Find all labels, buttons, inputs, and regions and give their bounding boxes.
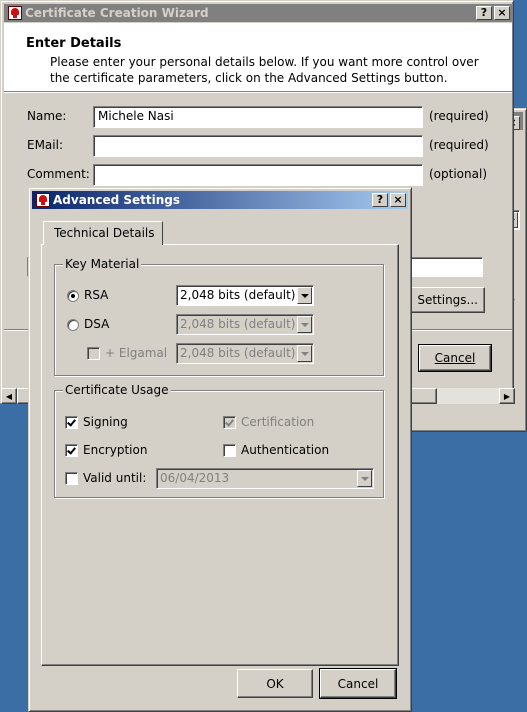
- technical-details-panel: Key Material RSA 2,048 bits (default) DS…: [41, 244, 399, 666]
- dsa-radio[interactable]: [67, 319, 79, 331]
- comment-input[interactable]: [93, 164, 423, 186]
- rsa-size-value: 2,048 bits (default): [176, 285, 314, 306]
- wizard-heading: Enter Details: [26, 36, 122, 51]
- ok-button-label: OK: [266, 676, 284, 691]
- chevron-down-icon[interactable]: [297, 345, 312, 362]
- scroll-right-button[interactable]: ▶: [499, 388, 515, 404]
- certificate-usage-group: Certificate Usage Signing Certification …: [54, 383, 384, 498]
- chevron-down-icon[interactable]: [297, 287, 312, 304]
- wizard-close-button[interactable]: ×: [494, 6, 510, 20]
- advanced-settings-button-label: Settings...: [417, 293, 478, 307]
- valid-until-checkbox[interactable]: [65, 472, 78, 485]
- rsa-radio[interactable]: [67, 290, 79, 302]
- advanced-app-icon: [36, 193, 50, 207]
- valid-until-label: Valid until:: [83, 471, 147, 485]
- signing-checkbox[interactable]: [65, 416, 78, 429]
- advanced-help-button[interactable]: ?: [372, 193, 388, 207]
- wizard-header-panel: Enter Details Please enter your personal…: [4, 23, 512, 91]
- wizard-header-separator: [4, 91, 512, 93]
- certificate-usage-title: Certificate Usage: [63, 383, 171, 397]
- email-required-hint: (required): [429, 138, 489, 152]
- rsa-label: RSA: [84, 288, 109, 302]
- advanced-title: Advanced Settings: [53, 193, 181, 207]
- wizard-cancel-label: Cancel: [434, 351, 476, 365]
- ok-button[interactable]: OK: [237, 669, 313, 698]
- name-input[interactable]: Michele Nasi: [93, 106, 423, 128]
- cancel-button[interactable]: Cancel: [319, 668, 397, 699]
- tab-technical-details[interactable]: Technical Details: [43, 221, 163, 245]
- email-label: EMail:: [27, 138, 63, 152]
- signing-label: Signing: [83, 415, 128, 429]
- valid-until-date-picker[interactable]: 06/04/2013: [156, 468, 374, 489]
- wizard-cancel-button[interactable]: Cancel: [418, 344, 492, 372]
- elgamal-size-value: 2,048 bits (default): [176, 343, 314, 364]
- valid-until-date-value: 06/04/2013: [156, 468, 374, 489]
- elgamal-size-select[interactable]: 2,048 bits (default): [176, 343, 314, 364]
- chevron-down-icon[interactable]: [357, 470, 372, 487]
- certification-label: Certification: [241, 415, 315, 429]
- advanced-close-button[interactable]: ×: [390, 193, 406, 207]
- chevron-down-icon[interactable]: [297, 316, 312, 333]
- comment-optional-hint: (optional): [429, 167, 487, 181]
- advanced-titlebar: Advanced Settings ? ×: [32, 191, 408, 209]
- comment-label: Comment:: [27, 167, 90, 181]
- wizard-titlebar: Certificate Creation Wizard ? ×: [4, 4, 512, 22]
- authentication-checkbox[interactable]: [223, 444, 236, 457]
- rsa-size-select[interactable]: 2,048 bits (default): [176, 285, 314, 306]
- tab-technical-details-label: Technical Details: [54, 226, 155, 240]
- cancel-button-label: Cancel: [337, 676, 379, 691]
- key-material-group: Key Material RSA 2,048 bits (default) DS…: [54, 257, 384, 376]
- advanced-settings-dialog: Advanced Settings ? × Technical Details …: [28, 187, 412, 712]
- authentication-label: Authentication: [241, 443, 330, 457]
- elgamal-label: + Elgamal: [105, 346, 168, 360]
- wizard-description: Please enter your personal details below…: [50, 55, 479, 85]
- certification-checkbox[interactable]: [223, 416, 236, 429]
- key-material-title: Key Material: [63, 257, 142, 271]
- name-required-hint: (required): [429, 109, 489, 123]
- wizard-title: Certificate Creation Wizard: [25, 6, 209, 20]
- encryption-checkbox[interactable]: [65, 444, 78, 457]
- name-label: Name:: [27, 109, 67, 123]
- scroll-left-button[interactable]: ◀: [1, 388, 17, 404]
- certificate-app-icon: [8, 6, 22, 20]
- dsa-size-select[interactable]: 2,048 bits (default): [176, 314, 314, 335]
- encryption-label: Encryption: [83, 443, 148, 457]
- email-input[interactable]: [93, 135, 423, 157]
- elgamal-checkbox[interactable]: [87, 347, 100, 360]
- wizard-help-button[interactable]: ?: [476, 6, 492, 20]
- dsa-size-value: 2,048 bits (default): [176, 314, 314, 335]
- dsa-label: DSA: [84, 317, 110, 331]
